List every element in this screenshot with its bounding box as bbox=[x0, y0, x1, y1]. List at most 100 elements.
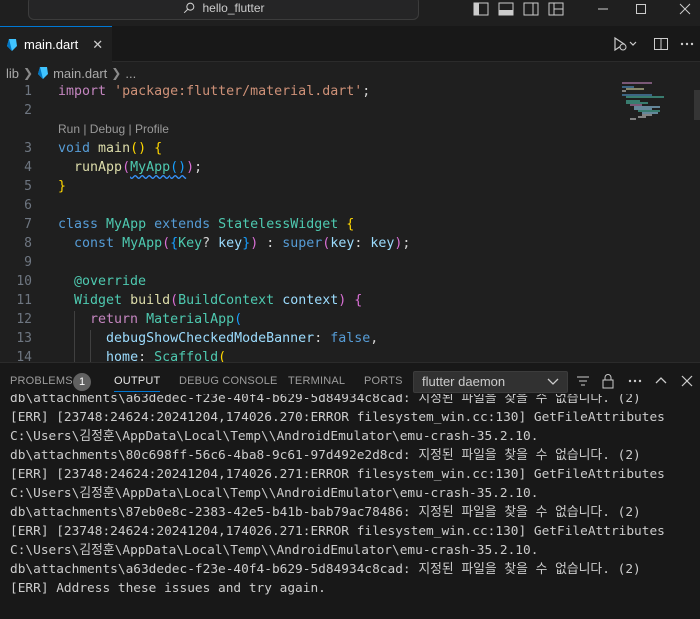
output-line: [ERR] [23748:24624:20241204,174026.270:E… bbox=[10, 410, 665, 425]
code-text: @override bbox=[74, 274, 147, 289]
code-line[interactable]: 12 return MaterialApp( bbox=[0, 310, 620, 329]
output-line: db\attachments\a63dedec-f23e-40f4-b629-5… bbox=[10, 394, 641, 406]
output-line: C:\Users\김정훈\AppData\Local\Temp\\Android… bbox=[10, 543, 539, 558]
code-editor[interactable]: 1 import 'package:flutter/material.dart';… bbox=[0, 82, 700, 362]
line-number: 12 bbox=[16, 312, 32, 327]
more-actions-button[interactable] bbox=[679, 35, 695, 53]
code-line[interactable]: 9 bbox=[0, 253, 620, 272]
code-line[interactable]: 6 bbox=[0, 196, 620, 215]
panel-tab-bar: PROBLEMS 1 OUTPUT DEBUG CONSOLE TERMINAL… bbox=[0, 363, 700, 398]
code-line[interactable]: 8 const MyApp({Key? key}) : super(key: k… bbox=[0, 234, 620, 253]
code-text: home: Scaffold( bbox=[106, 350, 227, 362]
minimap-line bbox=[638, 116, 646, 118]
output-line: [ERR] [23748:24624:20241204,174026.271:E… bbox=[10, 467, 665, 482]
secondary-sidebar-layout-icon bbox=[523, 2, 539, 16]
code-line[interactable]: 1 import 'package:flutter/material.dart'; bbox=[0, 82, 620, 101]
output-line: db\attachments\a63dedec-f23e-40f4-b629-5… bbox=[10, 562, 641, 577]
line-number: 7 bbox=[24, 217, 32, 232]
search-label: hello_flutter bbox=[202, 1, 265, 15]
code-lens-run-debug-profile[interactable]: Run | Debug | Profile bbox=[58, 120, 169, 139]
lock-icon bbox=[602, 374, 614, 389]
split-editor-button[interactable] bbox=[653, 35, 669, 53]
tab-label: main.dart bbox=[24, 37, 79, 52]
line-number: 13 bbox=[16, 331, 32, 346]
minimap-line bbox=[626, 96, 664, 98]
tab-ports[interactable]: PORTS bbox=[364, 363, 403, 398]
sidebar-layout-icon bbox=[473, 2, 489, 16]
minimap-line bbox=[630, 118, 636, 120]
output-channel-select[interactable]: flutter daemon bbox=[413, 371, 568, 393]
editor-scrollbar[interactable] bbox=[694, 82, 700, 362]
line-number: 3 bbox=[24, 141, 32, 156]
minimap[interactable] bbox=[620, 82, 695, 142]
minimize-icon bbox=[598, 8, 608, 10]
close-icon bbox=[681, 375, 693, 387]
code-line[interactable]: 3 void main() { bbox=[0, 139, 620, 158]
line-number: 10 bbox=[16, 274, 32, 289]
ellipsis-icon bbox=[680, 42, 694, 46]
line-number: 8 bbox=[24, 236, 32, 251]
tab-debug-console[interactable]: DEBUG CONSOLE bbox=[179, 363, 278, 398]
editor-tab-bar: main.dart ✕ bbox=[0, 26, 700, 62]
search-icon bbox=[184, 2, 195, 14]
code-line[interactable]: 2 bbox=[0, 101, 620, 120]
tab-terminal[interactable]: TERMINAL bbox=[288, 363, 345, 398]
close-icon bbox=[679, 3, 691, 15]
problems-count-badge: 1 bbox=[73, 373, 91, 391]
code-text: import 'package:flutter/material.dart'; bbox=[58, 84, 371, 99]
code-line[interactable]: 10 @override bbox=[0, 272, 620, 291]
title-bar: hello_flutter bbox=[0, 0, 700, 24]
line-number: 4 bbox=[24, 160, 32, 175]
output-line: db\attachments\80c698ff-56c6-4ba8-9c61-9… bbox=[10, 448, 641, 463]
customize-layout-icon bbox=[548, 2, 564, 16]
output-line: C:\Users\김정훈\AppData\Local\Temp\\Android… bbox=[10, 429, 539, 444]
code-line[interactable]: 14 home: Scaffold( bbox=[0, 348, 620, 362]
dart-file-icon bbox=[7, 38, 17, 51]
code-line[interactable]: 7 class MyApp extends StatelessWidget { bbox=[0, 215, 620, 234]
close-window-button[interactable] bbox=[662, 0, 700, 18]
close-panel-button[interactable] bbox=[679, 373, 695, 389]
lock-scroll-button[interactable] bbox=[600, 373, 616, 389]
minimap-line bbox=[622, 82, 652, 84]
line-number: 14 bbox=[16, 350, 32, 362]
dart-file-icon bbox=[38, 67, 49, 79]
tab-main-dart[interactable]: main.dart ✕ bbox=[0, 26, 112, 62]
code-line[interactable]: 11 Widget build(BuildContext context) { bbox=[0, 291, 620, 310]
breadcrumb-item-file[interactable]: main.dart bbox=[53, 66, 107, 81]
code-text: } bbox=[58, 179, 67, 194]
code-text: runApp(MyApp()); bbox=[74, 160, 203, 175]
maximize-icon bbox=[636, 4, 646, 14]
output-line: [ERR] Address these issues and try again… bbox=[10, 581, 326, 596]
line-number: 6 bbox=[24, 198, 32, 213]
debug-run-icon bbox=[614, 36, 637, 52]
line-number: 9 bbox=[24, 255, 32, 270]
line-number: 5 bbox=[24, 179, 32, 194]
toggle-panel-button[interactable] bbox=[498, 0, 514, 18]
more-panel-actions-button[interactable] bbox=[627, 373, 643, 389]
panel-layout-icon bbox=[498, 2, 514, 16]
tab-output[interactable]: OUTPUT bbox=[114, 363, 161, 398]
tab-close-icon[interactable]: ✕ bbox=[92, 37, 103, 53]
toggle-primary-sidebar-button[interactable] bbox=[473, 0, 489, 18]
code-line[interactable]: 13 debugShowCheckedModeBanner: false, bbox=[0, 329, 620, 348]
toggle-secondary-sidebar-button[interactable] bbox=[523, 0, 539, 18]
command-center-search[interactable]: hello_flutter bbox=[28, 0, 419, 20]
minimap-line bbox=[622, 90, 626, 92]
output-log[interactable]: db\attachments\a63dedec-f23e-40f4-b629-5… bbox=[0, 394, 700, 619]
run-debug-button[interactable] bbox=[612, 35, 638, 53]
scrollbar-thumb[interactable] bbox=[694, 90, 700, 120]
output-line: [ERR] [23748:24624:20241204,174026.271:E… bbox=[10, 524, 665, 539]
code-line[interactable]: 4 runApp(MyApp()); bbox=[0, 158, 620, 177]
customize-layout-button[interactable] bbox=[548, 0, 564, 18]
maximize-panel-button[interactable] bbox=[653, 373, 669, 389]
code-line[interactable]: 5} bbox=[0, 177, 620, 196]
breadcrumb-item-symbols[interactable]: ... bbox=[125, 66, 136, 81]
tab-problems[interactable]: PROBLEMS bbox=[10, 363, 73, 398]
filter-output-button[interactable] bbox=[575, 373, 591, 389]
breadcrumb: lib ❯ main.dart ❯ ... bbox=[6, 64, 136, 82]
breadcrumb-item-lib[interactable]: lib bbox=[6, 66, 19, 81]
bottom-panel: PROBLEMS 1 OUTPUT DEBUG CONSOLE TERMINAL… bbox=[0, 362, 700, 619]
output-channel-value: flutter daemon bbox=[422, 374, 506, 389]
maximize-window-button[interactable] bbox=[618, 0, 664, 18]
minimap-line bbox=[626, 88, 644, 90]
